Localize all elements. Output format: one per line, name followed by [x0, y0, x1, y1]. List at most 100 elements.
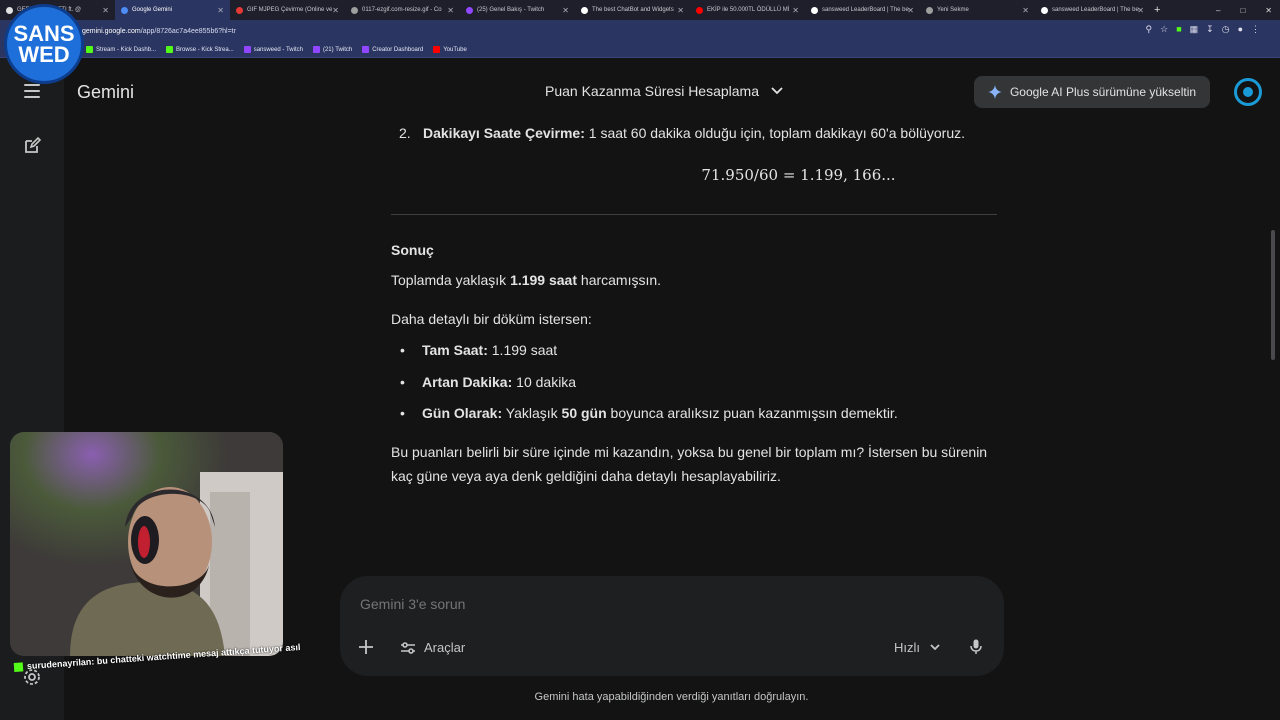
- step-bold: Dakikayı Saate Çevirme:: [423, 125, 585, 141]
- more-menu-icon[interactable]: ⋮: [1251, 24, 1260, 35]
- conversation-title-dropdown[interactable]: Puan Kazanma Süresi Hesaplama: [545, 83, 783, 99]
- bookmarks-bar: Stream - Kick Dashb... Browse - Kick Stre…: [0, 42, 1280, 58]
- tab-favicon-icon: [466, 6, 473, 14]
- star-icon[interactable]: ☆: [1160, 24, 1168, 35]
- disclaimer: Gemini hata yapabildiğinden verdiği yanı…: [534, 691, 809, 703]
- sparkle-icon: [987, 85, 1002, 99]
- chevron-down-icon: [930, 644, 940, 651]
- bookmark-item[interactable]: Creator Dashboard: [362, 46, 423, 53]
- close-tab-icon[interactable]: ✕: [447, 6, 454, 15]
- upgrade-label: Google AI Plus sürümüne yükseltin: [1009, 85, 1197, 99]
- url-text[interactable]: gemini.google.com/app/8726ac7a4ee855b6?h…: [82, 28, 236, 35]
- result-paragraph: Toplamda yaklaşık 1.199 saat harcamışsın…: [391, 272, 662, 288]
- browser-tab[interactable]: Yeni Sekme ✕: [920, 0, 1035, 20]
- tab-favicon-icon: [926, 6, 933, 14]
- close-window-icon[interactable]: ✕: [1265, 6, 1272, 15]
- download-icon[interactable]: ↧: [1206, 24, 1214, 35]
- tab-favicon-icon: [811, 6, 818, 14]
- close-tab-icon[interactable]: ✕: [102, 6, 109, 15]
- result-heading: Sonuç: [391, 242, 434, 258]
- upgrade-button[interactable]: Google AI Plus sürümüne yükseltin: [974, 76, 1210, 108]
- bookmark-item[interactable]: sansweed - Twitch: [243, 46, 303, 53]
- close-tab-icon[interactable]: ✕: [1022, 6, 1029, 15]
- add-attachment-button[interactable]: [358, 638, 374, 661]
- bookmark-label: YouTube: [443, 46, 467, 53]
- extension-icon[interactable]: ■: [1176, 24, 1181, 35]
- app-title[interactable]: Gemini: [77, 82, 134, 103]
- bookmark-label: Creator Dashboard: [372, 46, 424, 53]
- tab-title: Google Gemini: [132, 7, 173, 13]
- tab-title: GIF MJPEG Çevirme (Online ve: [247, 7, 333, 13]
- new-chat-icon[interactable]: [22, 136, 42, 161]
- close-tab-icon[interactable]: ✕: [907, 6, 914, 15]
- profile-icon[interactable]: ●: [1238, 24, 1243, 35]
- microphone-button[interactable]: [970, 639, 982, 660]
- conversation-title: Puan Kazanma Süresi Hesaplama: [545, 83, 760, 99]
- close-tab-icon[interactable]: ✕: [1137, 6, 1144, 15]
- webcam-overlay: [10, 432, 283, 656]
- sync-icon[interactable]: ◷: [1222, 24, 1230, 35]
- address-bar-icons: ⚲ ☆ ■ ▦ ↧ ◷ ● ⋮: [1146, 24, 1260, 35]
- address-bar[interactable]: gemini.google.com/app/8726ac7a4ee855b6?h…: [0, 20, 1280, 42]
- browser-tab[interactable]: 0117-ezgif.com-resize.gif - Co ✕: [345, 0, 460, 20]
- model-mode-dropdown[interactable]: Hızlı: [894, 640, 940, 655]
- tab-title: sansweed LeaderBoard | The be: [1052, 7, 1139, 13]
- bookmark-item[interactable]: (21) Twitch: [312, 46, 353, 53]
- tab-favicon-icon: [236, 6, 243, 14]
- browser-tab[interactable]: The best ChatBot and Widgets ✕: [575, 0, 690, 20]
- browser-tab-bar: GERÇEK PİLOTTI ft. @✕Google Gemini✕GIF M…: [0, 0, 1280, 20]
- tab-title: Yeni Sekme: [937, 7, 969, 13]
- browser-tab[interactable]: EKİP ile 50.000TL ÖDÜLLÜ Mİ ✕: [690, 0, 805, 20]
- bookmark-label: Stream - Kick Dashb...: [96, 46, 157, 53]
- tab-favicon-icon: [696, 6, 703, 14]
- browser-tab[interactable]: GIF MJPEG Çevirme (Online ve ✕: [230, 0, 345, 20]
- zoom-icon[interactable]: ⚲: [1146, 24, 1153, 35]
- browser-tab[interactable]: (25) Genel Bakış - Twitch ✕: [460, 0, 575, 20]
- closing-paragraph: Bu puanları belirli bir süre içinde mi k…: [391, 444, 988, 484]
- step-item: 2. Dakikayı Saate Çevirme: 1 saat 60 daki…: [399, 121, 999, 145]
- bookmark-item[interactable]: Browse - Kick Strea...: [166, 46, 234, 53]
- bookmark-item[interactable]: YouTube: [433, 46, 467, 53]
- chevron-down-icon: [771, 87, 783, 95]
- tab-title: (25) Genel Bakış - Twitch: [477, 7, 545, 13]
- close-tab-icon[interactable]: ✕: [792, 6, 799, 15]
- kick-icon: [13, 662, 24, 673]
- list-item: Gün Olarak: Yaklaşık 50 gün boyunca aral…: [391, 401, 1001, 433]
- puzzle-icon[interactable]: ▦: [1190, 24, 1199, 35]
- bookmark-favicon-icon: [312, 46, 320, 53]
- bookmark-favicon-icon: [166, 46, 174, 53]
- prompt-input[interactable]: [360, 596, 860, 612]
- divider: [391, 214, 997, 215]
- browser-tab[interactable]: Google Gemini ✕: [115, 0, 230, 20]
- plus-icon: [359, 640, 373, 654]
- tools-button[interactable]: Araçlar: [400, 640, 465, 655]
- menu-icon[interactable]: [24, 84, 40, 98]
- tab-favicon-icon: [6, 6, 13, 14]
- bookmark-item[interactable]: Stream - Kick Dashb...: [86, 46, 156, 53]
- tab-favicon-icon: [1041, 6, 1048, 14]
- bookmark-favicon-icon: [362, 46, 370, 53]
- new-tab-icon[interactable]: +: [1154, 4, 1160, 16]
- detail-list: Tam Saat: 1.199 saat Artan Dakika: 10 da…: [391, 338, 1001, 433]
- scrollbar[interactable]: [1271, 230, 1275, 360]
- channel-logo: SANS WED: [4, 4, 84, 84]
- tab-title: The best ChatBot and Widgets: [592, 7, 674, 13]
- bookmark-label: sansweed - Twitch: [253, 46, 303, 53]
- browser-tab[interactable]: sansweed LeaderBoard | The be ✕: [805, 0, 920, 20]
- maximize-icon[interactable]: □: [1240, 6, 1245, 15]
- close-tab-icon[interactable]: ✕: [217, 6, 224, 15]
- step-number: 2.: [399, 125, 411, 141]
- close-tab-icon[interactable]: ✕: [677, 6, 684, 15]
- account-avatar[interactable]: [1234, 78, 1262, 106]
- close-tab-icon[interactable]: ✕: [332, 6, 339, 15]
- browser-tab[interactable]: sansweed LeaderBoard | The be ✕: [1035, 0, 1150, 20]
- minimize-icon[interactable]: –: [1216, 6, 1220, 15]
- tab-title: EKİP ile 50.000TL ÖDÜLLÜ Mİ: [707, 7, 790, 13]
- prompt-box: Araçlar Hızlı: [340, 576, 1004, 676]
- step-text: 1 saat 60 dakika olduğu için, toplam dak…: [584, 125, 966, 141]
- tools-label: Araçlar: [424, 640, 466, 655]
- bookmark-label: (21) Twitch: [322, 46, 353, 53]
- close-tab-icon[interactable]: ✕: [562, 6, 569, 15]
- formula: 71.950/60 = 1.199, 166...: [701, 166, 896, 184]
- tab-title: sansweed LeaderBoard | The be: [822, 7, 909, 13]
